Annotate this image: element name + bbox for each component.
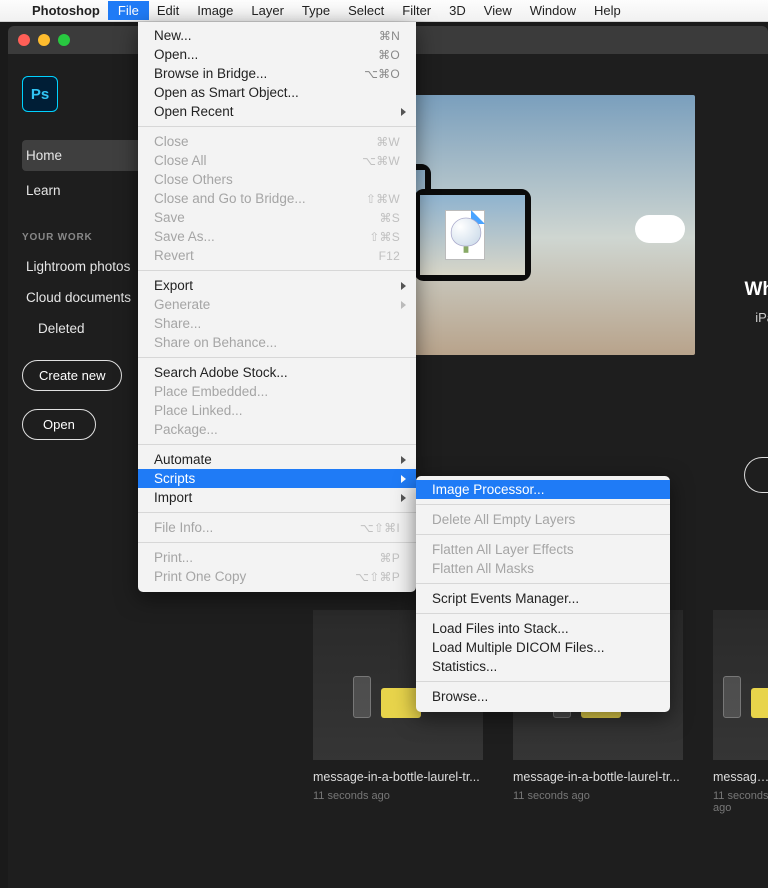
menu-item[interactable]: Open...⌘O <box>138 45 416 64</box>
whats-new-sub: iPa <box>755 310 768 325</box>
menu-item: Share... <box>138 314 416 333</box>
sidebar-item-learn[interactable]: Learn <box>22 175 152 206</box>
thumbnail-label: message-in <box>713 770 768 784</box>
menu-item[interactable]: Export <box>138 276 416 295</box>
thumbnail-timestamp: 11 seconds ago <box>313 790 483 802</box>
menu-item[interactable]: Image Processor... <box>416 480 670 499</box>
ps-logo-icon: Ps <box>22 76 58 112</box>
menubar-select[interactable]: Select <box>348 3 384 18</box>
menu-item: Package... <box>138 420 416 439</box>
menu-item[interactable]: Statistics... <box>416 657 670 676</box>
menu-item: Print...⌘P <box>138 548 416 567</box>
menubar-help[interactable]: Help <box>594 3 621 18</box>
menubar-3d[interactable]: 3D <box>449 3 466 18</box>
menu-item[interactable]: Browse... <box>416 687 670 706</box>
whats-new-button[interactable] <box>744 457 768 493</box>
menu-item: Generate <box>138 295 416 314</box>
close-icon[interactable] <box>18 34 30 46</box>
minimize-icon[interactable] <box>38 34 50 46</box>
menu-item[interactable]: Browse in Bridge...⌥⌘O <box>138 64 416 83</box>
menubar-app[interactable]: Photoshop <box>32 3 100 18</box>
thumbnail-image <box>713 610 768 760</box>
menu-item[interactable]: Scripts <box>138 469 416 488</box>
menu-item[interactable]: Open as Smart Object... <box>138 83 416 102</box>
menu-item[interactable]: Open Recent <box>138 102 416 121</box>
menubar-file[interactable]: File <box>108 1 149 20</box>
menu-item: RevertF12 <box>138 246 416 265</box>
menubar-edit[interactable]: Edit <box>157 3 179 18</box>
menu-item[interactable]: Load Files into Stack... <box>416 619 670 638</box>
menu-item[interactable]: New...⌘N <box>138 26 416 45</box>
scripts-submenu: Image Processor... Delete All Empty Layer… <box>416 476 670 712</box>
open-button[interactable]: Open <box>22 409 96 440</box>
menu-item: Print One Copy⌥⇧⌘P <box>138 567 416 586</box>
sidebar-item-lightroom[interactable]: Lightroom photos <box>22 253 152 280</box>
menu-item: Close All⌥⌘W <box>138 151 416 170</box>
file-menu: New...⌘NOpen...⌘OBrowse in Bridge...⌥⌘OO… <box>138 22 416 592</box>
menubar-image[interactable]: Image <box>197 3 233 18</box>
thumbnail-label: message-in-a-bottle-laurel-tr... <box>513 770 683 784</box>
menu-item[interactable]: Import <box>138 488 416 507</box>
thumbnail-label: message-in-a-bottle-laurel-tr... <box>313 770 483 784</box>
menu-item: Flatten All Masks <box>416 559 670 578</box>
thumbnail-item[interactable]: message-in 11 seconds ago <box>713 610 768 814</box>
menu-item[interactable]: Automate <box>138 450 416 469</box>
menubar-window[interactable]: Window <box>530 3 576 18</box>
sidebar-item-cloud-docs[interactable]: Cloud documents <box>22 284 152 311</box>
create-new-button[interactable]: Create new <box>22 360 122 391</box>
sidebar-item-deleted[interactable]: Deleted <box>22 315 152 342</box>
menubar-layer[interactable]: Layer <box>251 3 284 18</box>
menu-item[interactable]: Script Events Manager... <box>416 589 670 608</box>
sidebar-item-home[interactable]: Home <box>22 140 152 171</box>
menu-item: Save⌘S <box>138 208 416 227</box>
menu-item: Close and Go to Bridge...⇧⌘W <box>138 189 416 208</box>
menubar-view[interactable]: View <box>484 3 512 18</box>
menu-item: File Info...⌥⇧⌘I <box>138 518 416 537</box>
thumbnail-timestamp: 11 seconds ago <box>713 790 768 814</box>
whats-new-title-fragment: Wh <box>744 279 768 301</box>
menubar-filter[interactable]: Filter <box>402 3 431 18</box>
menu-item: Place Embedded... <box>138 382 416 401</box>
menu-item: Place Linked... <box>138 401 416 420</box>
menubar-type[interactable]: Type <box>302 3 330 18</box>
menu-item[interactable]: Search Adobe Stock... <box>138 363 416 382</box>
hero-balloon-icon <box>451 218 481 255</box>
menu-item: Share on Behance... <box>138 333 416 352</box>
menu-item[interactable]: Load Multiple DICOM Files... <box>416 638 670 657</box>
menu-item: Close Others <box>138 170 416 189</box>
menu-item: Delete All Empty Layers <box>416 510 670 529</box>
menu-item: Flatten All Layer Effects <box>416 540 670 559</box>
sidebar-section-label: YOUR WORK <box>22 232 152 243</box>
mac-menubar: Photoshop File Edit Image Layer Type Sel… <box>0 0 768 22</box>
menu-item: Close⌘W <box>138 132 416 151</box>
zoom-icon[interactable] <box>58 34 70 46</box>
menu-item: Save As...⇧⌘S <box>138 227 416 246</box>
thumbnail-timestamp: 11 seconds ago <box>513 790 683 802</box>
